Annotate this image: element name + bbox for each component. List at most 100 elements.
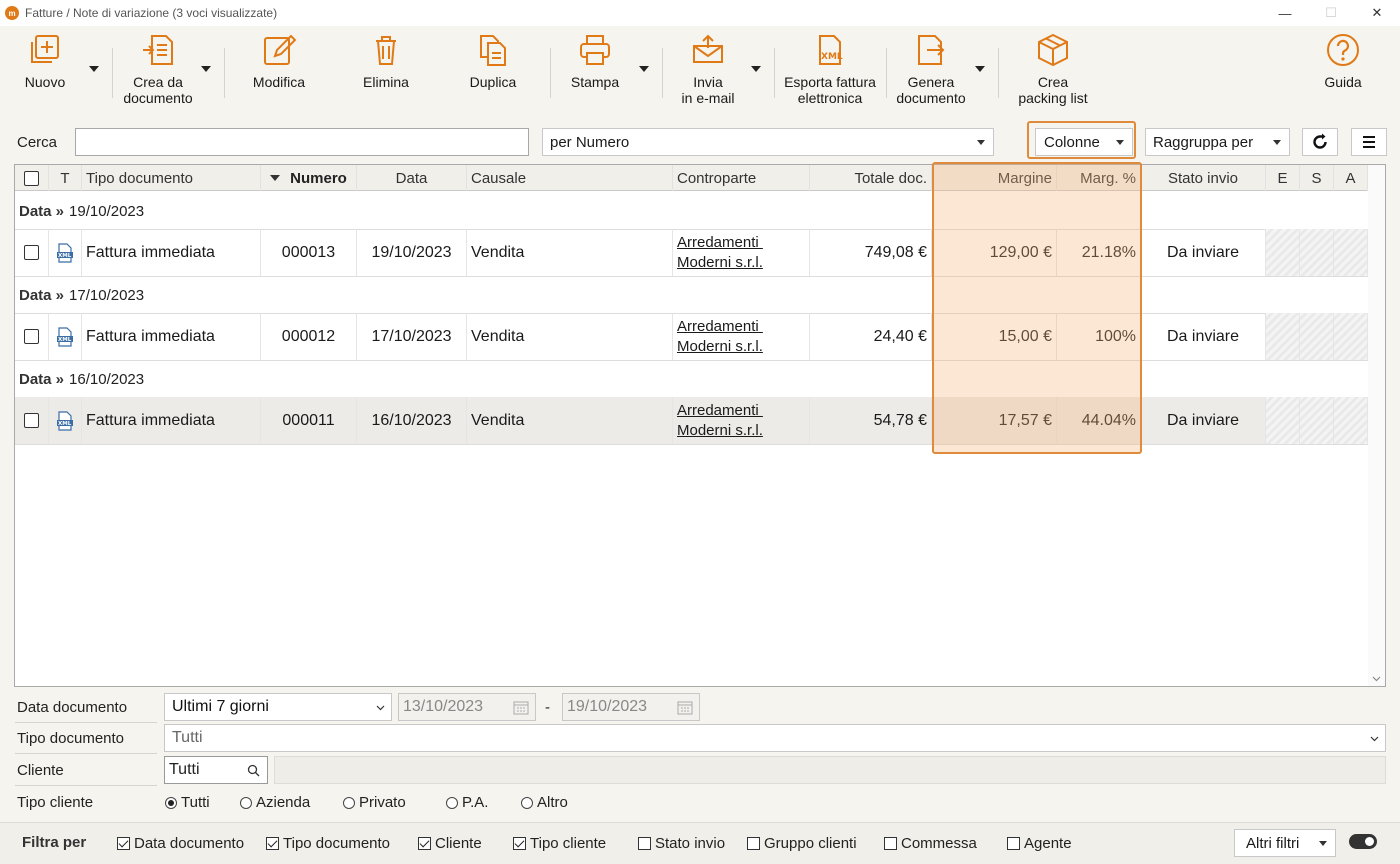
date-from-field[interactable]: 13/10/2023	[398, 693, 536, 721]
header-tipo-documento[interactable]: Tipo documento	[82, 165, 261, 191]
checkbox[interactable]	[117, 837, 130, 850]
radio-altro[interactable]: Altro	[521, 794, 568, 811]
group-label: Data »	[19, 371, 65, 388]
tipo-documento-select[interactable]: Tutti	[164, 724, 1386, 752]
filter-agente[interactable]: Agente	[1007, 835, 1072, 852]
checkbox[interactable]	[638, 837, 651, 850]
header-causale[interactable]: Causale	[467, 165, 673, 191]
elimina-button[interactable]: Elimina	[356, 32, 416, 108]
guida-button[interactable]: Guida	[1318, 32, 1368, 108]
nuovo-button[interactable]: Nuovo	[20, 32, 70, 108]
header-marg-pct[interactable]: Marg. %	[1057, 165, 1141, 191]
vertical-scrollbar[interactable]	[1368, 165, 1385, 686]
controparte-line-2[interactable]: Moderni s.r.l.	[677, 253, 763, 273]
nuovo-dropdown-arrow[interactable]	[89, 66, 99, 72]
table-row[interactable]: XML Fattura immediata 000012 17/10/2023 …	[15, 313, 1368, 361]
filter-toggle-switch[interactable]	[1349, 834, 1377, 849]
filter-stato-invio[interactable]: Stato invio	[638, 835, 725, 852]
controparte-line-1[interactable]: Arredamenti	[677, 233, 763, 253]
header-margine[interactable]: Margine	[932, 165, 1057, 191]
table-row[interactable]: XML Fattura immediata 000013 19/10/2023 …	[15, 229, 1368, 277]
radio-azienda[interactable]: Azienda	[240, 794, 310, 811]
search-icon[interactable]	[247, 764, 260, 777]
crea-da-documento-button[interactable]: Crea da documento	[118, 32, 198, 108]
checkbox[interactable]	[513, 837, 526, 850]
radio-pa[interactable]: P.A.	[446, 794, 488, 811]
filter-cliente[interactable]: Cliente	[418, 835, 482, 852]
row-checkbox[interactable]	[24, 413, 39, 428]
group-row[interactable]: Data » 17/10/2023	[15, 278, 1368, 314]
radio-dot[interactable]	[165, 796, 177, 809]
header-e[interactable]: E	[1266, 165, 1300, 191]
maximize-button[interactable]: ☐	[1308, 0, 1354, 26]
radio-dot[interactable]	[521, 796, 533, 809]
filter-tipo-cliente[interactable]: Tipo cliente	[513, 835, 606, 852]
search-by-select[interactable]: per Numero	[542, 128, 994, 156]
search-input[interactable]	[75, 128, 529, 156]
filter-commessa[interactable]: Commessa	[884, 835, 977, 852]
menu-button[interactable]	[1351, 128, 1387, 156]
genera-dropdown-arrow[interactable]	[975, 66, 985, 72]
modifica-button[interactable]: Modifica	[246, 32, 312, 108]
checkbox[interactable]	[747, 837, 760, 850]
crea-da-dropdown-arrow[interactable]	[201, 66, 211, 72]
checkbox[interactable]	[418, 837, 431, 850]
header-data[interactable]: Data	[357, 165, 467, 191]
radio-tutti[interactable]: Tutti	[165, 794, 210, 811]
radio-privato[interactable]: Privato	[343, 794, 406, 811]
minimize-button[interactable]: —	[1262, 0, 1308, 26]
header-a[interactable]: A	[1334, 165, 1368, 191]
radio-dot[interactable]	[446, 796, 458, 809]
altri-filtri-button[interactable]: Altri filtri	[1234, 829, 1336, 857]
duplica-button[interactable]: Duplica	[463, 32, 523, 108]
header-stato-invio[interactable]: Stato invio	[1141, 165, 1266, 191]
controparte-line-2[interactable]: Moderni s.r.l.	[677, 421, 763, 441]
cell-controparte-link[interactable]: Arredamenti Moderni s.r.l.	[673, 313, 810, 360]
calendar-icon[interactable]	[677, 700, 693, 715]
radio-dot[interactable]	[240, 796, 252, 809]
genera-documento-button[interactable]: Genera documento	[894, 32, 968, 108]
select-all-checkbox[interactable]	[24, 170, 39, 186]
close-button[interactable]: ✕	[1354, 0, 1400, 26]
group-row[interactable]: Data » 19/10/2023	[15, 194, 1368, 230]
group-row[interactable]: Data » 16/10/2023	[15, 362, 1368, 398]
scroll-down-icon[interactable]	[1372, 676, 1381, 682]
header-s[interactable]: S	[1300, 165, 1334, 191]
cliente-search-input[interactable]: Tutti	[164, 756, 268, 784]
header-t[interactable]: T	[49, 165, 82, 191]
filter-tipo-documento[interactable]: Tipo documento	[266, 835, 390, 852]
calendar-icon[interactable]	[513, 700, 529, 715]
radio-dot[interactable]	[343, 796, 355, 809]
row-checkbox-cell[interactable]	[15, 229, 49, 276]
crea-packing-list-button[interactable]: Crea packing list	[1012, 32, 1094, 108]
checkbox[interactable]	[1007, 837, 1020, 850]
cell-controparte-link[interactable]: Arredamenti Moderni s.r.l.	[673, 229, 810, 276]
row-checkbox[interactable]	[24, 245, 39, 260]
stampa-dropdown-arrow[interactable]	[639, 66, 649, 72]
invia-dropdown-arrow[interactable]	[751, 66, 761, 72]
controparte-line-2[interactable]: Moderni s.r.l.	[677, 337, 763, 357]
checkbox[interactable]	[884, 837, 897, 850]
checkbox[interactable]	[266, 837, 279, 850]
cell-controparte-link[interactable]: Arredamenti Moderni s.r.l.	[673, 397, 810, 444]
data-documento-select[interactable]: Ultimi 7 giorni	[164, 693, 392, 721]
filter-data-documento[interactable]: Data documento	[117, 835, 244, 852]
controparte-line-1[interactable]: Arredamenti	[677, 401, 763, 421]
stampa-button[interactable]: Stampa	[564, 32, 626, 108]
refresh-button[interactable]	[1302, 128, 1338, 156]
esporta-fattura-elettronica-button[interactable]: XML Esporta fattura elettronica	[780, 32, 880, 108]
header-controparte[interactable]: Controparte	[673, 165, 810, 191]
columns-button[interactable]: Colonne	[1035, 128, 1133, 156]
select-all-header[interactable]	[15, 165, 49, 191]
header-totale[interactable]: Totale doc.	[810, 165, 932, 191]
group-by-button[interactable]: Raggruppa per	[1145, 128, 1290, 156]
filter-gruppo-clienti[interactable]: Gruppo clienti	[747, 835, 857, 852]
row-checkbox-cell[interactable]	[15, 397, 49, 444]
table-row-selected[interactable]: XML Fattura immediata 000011 16/10/2023 …	[15, 397, 1368, 445]
controparte-line-1[interactable]: Arredamenti	[677, 317, 763, 337]
date-to-field[interactable]: 19/10/2023	[562, 693, 700, 721]
row-checkbox[interactable]	[24, 329, 39, 344]
invia-email-button[interactable]: Invia in e-mail	[672, 32, 744, 108]
row-checkbox-cell[interactable]	[15, 313, 49, 360]
header-numero[interactable]: Numero	[261, 165, 357, 191]
